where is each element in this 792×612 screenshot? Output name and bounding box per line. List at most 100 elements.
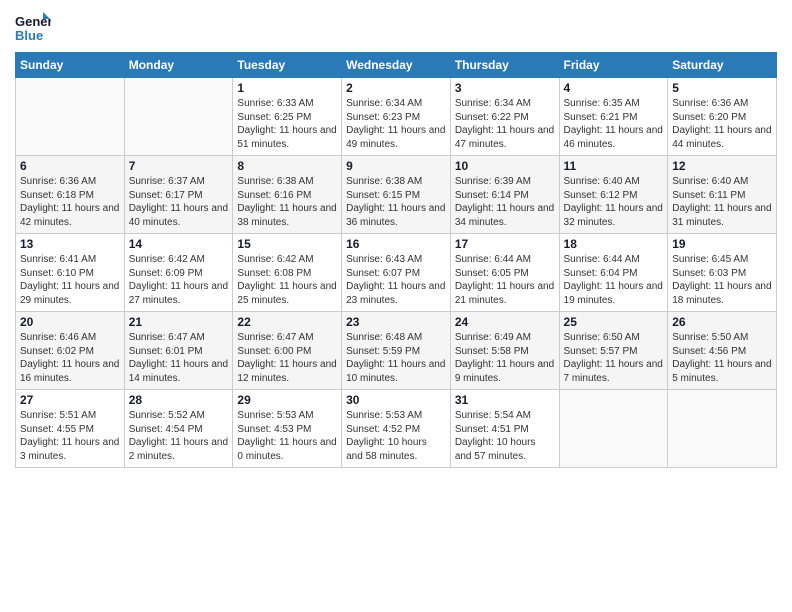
calendar-cell: 29 Sunrise: 5:53 AM Sunset: 4:53 PM Dayli… [233,390,342,468]
day-number: 17 [455,237,555,251]
calendar-cell: 31 Sunrise: 5:54 AM Sunset: 4:51 PM Dayli… [450,390,559,468]
calendar-cell: 10 Sunrise: 6:39 AM Sunset: 6:14 PM Dayli… [450,156,559,234]
day-number: 14 [129,237,229,251]
day-info: Sunrise: 6:40 AM Sunset: 6:11 PM Dayligh… [672,175,772,229]
day-number: 15 [237,237,337,251]
day-number: 29 [237,393,337,407]
header-thursday: Thursday [450,53,559,78]
day-info: Sunrise: 6:48 AM Sunset: 5:59 PM Dayligh… [346,331,446,385]
day-number: 25 [564,315,664,329]
day-number: 6 [20,159,120,173]
calendar-cell: 2Sunrise: 6:34 AM Sunset: 6:23 PM Daylig… [342,78,451,156]
calendar-week-row: 6 Sunrise: 6:36 AM Sunset: 6:18 PM Daylig… [16,156,777,234]
calendar-cell [559,390,668,468]
header-sunday: Sunday [16,53,125,78]
calendar-cell: 1 Sunrise: 6:33 AM Sunset: 6:25 PM Daylig… [233,78,342,156]
calendar-cell: 20 Sunrise: 6:46 AM Sunset: 6:02 PM Dayli… [16,312,125,390]
day-number: 28 [129,393,229,407]
day-number: 9 [346,159,446,173]
calendar-cell: 9 Sunrise: 6:38 AM Sunset: 6:15 PM Daylig… [342,156,451,234]
calendar-week-row: 1 Sunrise: 6:33 AM Sunset: 6:25 PM Daylig… [16,78,777,156]
calendar-cell: 15 Sunrise: 6:42 AM Sunset: 6:08 PM Dayli… [233,234,342,312]
header: General Blue [15,10,777,46]
header-saturday: Saturday [668,53,777,78]
day-info: Sunrise: 5:50 AM Sunset: 4:56 PM Dayligh… [672,331,772,385]
day-info: Sunrise: 6:37 AM Sunset: 6:17 PM Dayligh… [129,175,229,229]
header-tuesday: Tuesday [233,53,342,78]
calendar-cell: 19 Sunrise: 6:45 AM Sunset: 6:03 PM Dayli… [668,234,777,312]
day-info: Sunrise: 6:33 AM Sunset: 6:25 PM Dayligh… [237,97,337,151]
day-number: 2 [346,81,446,95]
day-number: 12 [672,159,772,173]
header-monday: Monday [124,53,233,78]
day-info: Sunrise: 6:46 AM Sunset: 6:02 PM Dayligh… [20,331,120,385]
day-number: 4 [564,81,664,95]
day-info: Sunrise: 5:53 AM Sunset: 4:53 PM Dayligh… [237,409,337,463]
day-number: 26 [672,315,772,329]
calendar-cell: 8Sunrise: 6:38 AM Sunset: 6:16 PM Daylig… [233,156,342,234]
day-info: Sunrise: 6:39 AM Sunset: 6:14 PM Dayligh… [455,175,555,229]
day-info: Sunrise: 6:36 AM Sunset: 6:18 PM Dayligh… [20,175,120,229]
calendar-cell: 3 Sunrise: 6:34 AM Sunset: 6:22 PM Daylig… [450,78,559,156]
weekday-header-row: Sunday Monday Tuesday Wednesday Thursday… [16,53,777,78]
calendar-table: Sunday Monday Tuesday Wednesday Thursday… [15,52,777,468]
calendar-cell: 13 Sunrise: 6:41 AM Sunset: 6:10 PM Dayli… [16,234,125,312]
day-number: 1 [237,81,337,95]
day-number: 19 [672,237,772,251]
day-info: Sunrise: 6:38 AM Sunset: 6:16 PM Dayligh… [237,175,337,229]
calendar-cell: 11Sunrise: 6:40 AM Sunset: 6:12 PM Dayli… [559,156,668,234]
day-info: Sunrise: 6:41 AM Sunset: 6:10 PM Dayligh… [20,253,120,307]
calendar-cell [668,390,777,468]
day-info: Sunrise: 5:53 AM Sunset: 4:52 PM Dayligh… [346,409,446,463]
logo: General Blue [15,10,51,46]
day-number: 13 [20,237,120,251]
header-friday: Friday [559,53,668,78]
day-info: Sunrise: 6:47 AM Sunset: 6:00 PM Dayligh… [237,331,337,385]
day-info: Sunrise: 6:49 AM Sunset: 5:58 PM Dayligh… [455,331,555,385]
logo-svg: General Blue [15,10,51,46]
calendar-cell: 28Sunrise: 5:52 AM Sunset: 4:54 PM Dayli… [124,390,233,468]
calendar-week-row: 20 Sunrise: 6:46 AM Sunset: 6:02 PM Dayli… [16,312,777,390]
day-info: Sunrise: 6:44 AM Sunset: 6:05 PM Dayligh… [455,253,555,307]
day-info: Sunrise: 6:35 AM Sunset: 6:21 PM Dayligh… [564,97,664,151]
calendar-cell: 12 Sunrise: 6:40 AM Sunset: 6:11 PM Dayli… [668,156,777,234]
day-number: 3 [455,81,555,95]
header-wednesday: Wednesday [342,53,451,78]
day-number: 20 [20,315,120,329]
day-number: 18 [564,237,664,251]
day-number: 22 [237,315,337,329]
calendar-cell: 26 Sunrise: 5:50 AM Sunset: 4:56 PM Dayli… [668,312,777,390]
calendar-cell: 27Sunrise: 5:51 AM Sunset: 4:55 PM Dayli… [16,390,125,468]
day-info: Sunrise: 6:45 AM Sunset: 6:03 PM Dayligh… [672,253,772,307]
calendar-cell: 23Sunrise: 6:48 AM Sunset: 5:59 PM Dayli… [342,312,451,390]
day-number: 5 [672,81,772,95]
day-info: Sunrise: 6:43 AM Sunset: 6:07 PM Dayligh… [346,253,446,307]
calendar-cell: 4 Sunrise: 6:35 AM Sunset: 6:21 PM Daylig… [559,78,668,156]
calendar-cell: 14 Sunrise: 6:42 AM Sunset: 6:09 PM Dayli… [124,234,233,312]
calendar-week-row: 13 Sunrise: 6:41 AM Sunset: 6:10 PM Dayli… [16,234,777,312]
day-number: 31 [455,393,555,407]
day-info: Sunrise: 6:38 AM Sunset: 6:15 PM Dayligh… [346,175,446,229]
day-info: Sunrise: 6:50 AM Sunset: 5:57 PM Dayligh… [564,331,664,385]
page: General Blue Sunday Monday Tuesday Wedne… [0,0,792,612]
day-number: 24 [455,315,555,329]
svg-text:Blue: Blue [15,28,43,43]
calendar-cell [124,78,233,156]
day-info: Sunrise: 5:54 AM Sunset: 4:51 PM Dayligh… [455,409,555,463]
calendar-cell: 18Sunrise: 6:44 AM Sunset: 6:04 PM Dayli… [559,234,668,312]
calendar-cell: 16Sunrise: 6:43 AM Sunset: 6:07 PM Dayli… [342,234,451,312]
day-number: 10 [455,159,555,173]
calendar-cell: 6 Sunrise: 6:36 AM Sunset: 6:18 PM Daylig… [16,156,125,234]
calendar-cell [16,78,125,156]
day-info: Sunrise: 6:34 AM Sunset: 6:22 PM Dayligh… [455,97,555,151]
day-info: Sunrise: 6:42 AM Sunset: 6:08 PM Dayligh… [237,253,337,307]
calendar-cell: 25 Sunrise: 6:50 AM Sunset: 5:57 PM Dayli… [559,312,668,390]
day-number: 30 [346,393,446,407]
day-info: Sunrise: 6:47 AM Sunset: 6:01 PM Dayligh… [129,331,229,385]
day-number: 11 [564,159,664,173]
day-info: Sunrise: 6:36 AM Sunset: 6:20 PM Dayligh… [672,97,772,151]
day-info: Sunrise: 6:42 AM Sunset: 6:09 PM Dayligh… [129,253,229,307]
day-number: 27 [20,393,120,407]
calendar-cell: 17 Sunrise: 6:44 AM Sunset: 6:05 PM Dayli… [450,234,559,312]
calendar-cell: 5 Sunrise: 6:36 AM Sunset: 6:20 PM Daylig… [668,78,777,156]
